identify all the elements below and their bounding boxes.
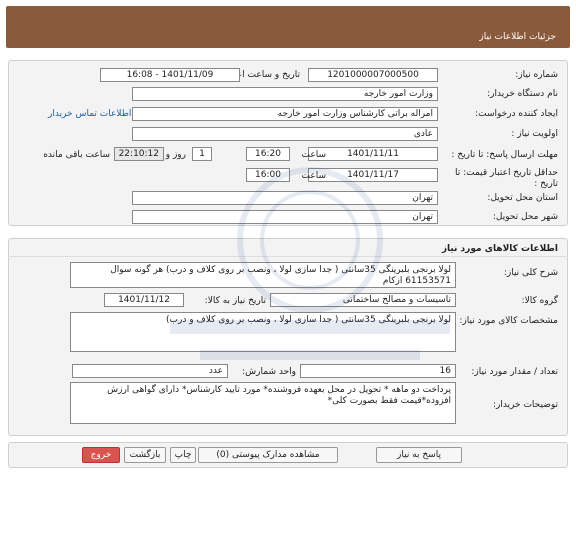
need-date-label: تاریخ نیاز به کالا: xyxy=(204,296,266,306)
reply-button[interactable]: پاسخ به نیاز xyxy=(376,447,462,463)
print-button[interactable]: چاپ xyxy=(170,447,196,463)
days-label: روز و xyxy=(165,150,186,160)
group-label: گروه کالا: xyxy=(521,296,558,306)
city-label: شهر محل تحویل: xyxy=(492,212,558,222)
deadline-date-field: 1401/11/11 xyxy=(308,147,438,161)
need-number-label: شماره نیاز: xyxy=(515,70,558,80)
notes-field: پرداخت دو ماهه * تحویل در محل بعهده فروش… xyxy=(70,382,456,424)
province-label: استان محل تحویل: xyxy=(487,193,558,203)
deadline-time-label: ساعت xyxy=(301,150,327,160)
attachments-button[interactable]: مشاهده مدارک پیوستی (0) xyxy=(198,447,338,463)
goods-divider xyxy=(8,256,568,257)
spec-field: لولا برنجی بلبرینگی 35سانتی ( جدا سازی ل… xyxy=(70,312,456,352)
buyer-org-field: وزارت امور خارجه xyxy=(132,87,438,101)
deadline-label: مهلت ارسال پاسخ: تا تاریخ : xyxy=(451,150,558,160)
unit-field: عدد xyxy=(72,364,228,378)
announce-field: 1401/11/09 - 16:08 xyxy=(100,68,240,82)
summary-field: لولا برنجی بلبرینگی 35سانتی ( جدا سازی ل… xyxy=(70,262,456,288)
province-field: تهران xyxy=(132,191,438,205)
days-field: 1 xyxy=(192,147,212,161)
validity-label: حداقل تاریخ اعتبار قیمت: تا تاریخ : xyxy=(455,168,558,189)
requester-label: ایجاد کننده درخواست: xyxy=(475,109,558,119)
summary-label: شرح کلی نیاز: xyxy=(503,268,558,278)
priority-field: عادی xyxy=(132,127,438,141)
city-field: تهران xyxy=(132,210,438,224)
buyer-org-label: نام دستگاه خریدار: xyxy=(487,89,558,99)
validity-time-label: ساعت xyxy=(301,171,327,181)
group-field: تاسیسات و مصالح ساختمانی xyxy=(270,293,456,307)
need-date-field: 1401/11/12 xyxy=(104,293,184,307)
goods-section-title: اطلاعات کالاهای مورد نیاز xyxy=(441,244,558,254)
need-number-field: 1201000007000500 xyxy=(308,68,438,82)
spec-label: مشخصات کالای مورد نیاز: xyxy=(459,316,558,326)
back-button[interactable]: بازگشت xyxy=(124,447,166,463)
qty-field: 16 xyxy=(300,364,456,378)
validity-time-field: 16:00 xyxy=(246,168,290,182)
page-title: جزئیات اطلاعات نیاز xyxy=(479,32,556,42)
remaining-time-field: 22:10:12 xyxy=(114,147,164,161)
qty-label: تعداد / مقدار مورد نیاز: xyxy=(471,367,558,377)
page-header: جزئیات اطلاعات نیاز xyxy=(6,6,570,48)
remaining-label: ساعت باقی مانده xyxy=(43,150,110,160)
priority-label: اولویت نیاز : xyxy=(511,129,558,139)
deadline-time-field: 16:20 xyxy=(246,147,290,161)
validity-date-field: 1401/11/17 xyxy=(308,168,438,182)
exit-button[interactable]: خروج xyxy=(82,447,120,463)
unit-label: واحد شمارش: xyxy=(242,367,296,377)
notes-label: توضیحات خریدار: xyxy=(492,400,558,410)
buyer-contact-link[interactable]: اطلاعات تماس خریدار xyxy=(48,109,131,119)
requester-field: امراله براتی کارشناس وزارت امور خارجه xyxy=(132,107,438,121)
